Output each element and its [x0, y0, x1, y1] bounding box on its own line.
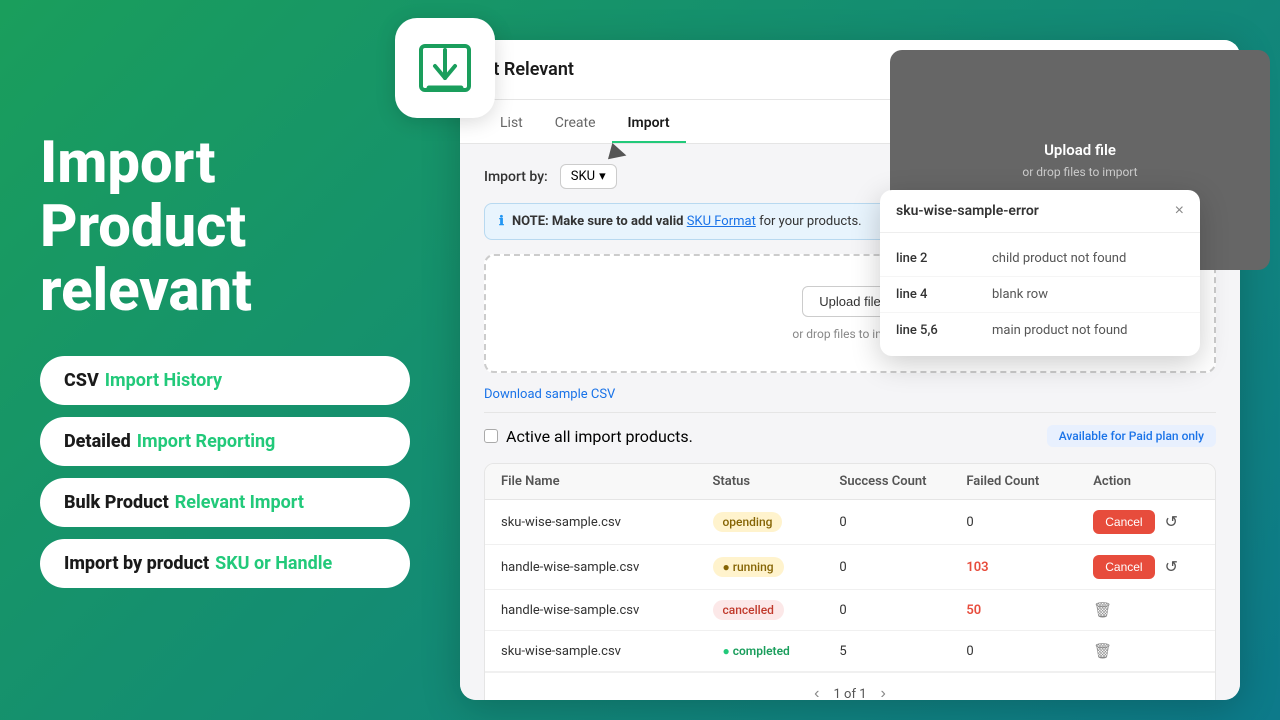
- error-modal-body: line 2 child product not found line 4 bl…: [880, 233, 1200, 356]
- cancel-button-2[interactable]: Cancel: [1093, 555, 1154, 579]
- row4-actions: 🗑: [1093, 642, 1199, 660]
- row3-status: cancelled: [713, 600, 840, 620]
- page-info: 1 of 1: [834, 687, 867, 701]
- active-label: Active all import products.: [506, 427, 693, 446]
- info-icon: ℹ: [499, 214, 504, 229]
- row1-success: 0: [839, 515, 966, 530]
- col-failed: Failed Count: [966, 474, 1093, 489]
- feature-bulk: Bulk Product Relevant Import: [40, 478, 410, 527]
- feature-importby: Import by product SKU or Handle: [40, 539, 410, 588]
- row3-actions: 🗑: [1093, 601, 1199, 619]
- import-table: File Name Status Success Count Failed Co…: [484, 463, 1216, 700]
- sku-format-link[interactable]: SKU Format: [687, 214, 756, 229]
- paid-badge: Available for Paid plan only: [1047, 425, 1216, 447]
- feature-bulk-suffix: Relevant Import: [175, 492, 304, 513]
- row3-file: handle-wise-sample.csv: [501, 603, 713, 618]
- col-status: Status: [713, 474, 840, 489]
- col-action: Action: [1093, 474, 1199, 489]
- row2-success: 0: [839, 560, 966, 575]
- row1-file: sku-wise-sample.csv: [501, 515, 713, 530]
- pagination: ‹ 1 of 1 ›: [485, 672, 1215, 700]
- active-row: Active all import products. Available fo…: [484, 412, 1216, 459]
- error-row-2: line 4 blank row: [880, 277, 1200, 313]
- row4-status: completed: [713, 641, 840, 661]
- feature-detailed-prefix: Detailed: [64, 431, 131, 452]
- table-section: File Name Status Success Count Failed Co…: [484, 463, 1216, 700]
- delete-button-4[interactable]: 🗑: [1093, 642, 1112, 660]
- feature-importby-suffix: SKU or Handle: [215, 553, 332, 574]
- tab-import[interactable]: Import: [612, 105, 686, 143]
- download-icon: [415, 38, 475, 98]
- delete-button-3[interactable]: 🗑: [1093, 601, 1112, 619]
- feature-detailed-suffix: Import Reporting: [137, 431, 276, 452]
- active-row-left: Active all import products.: [484, 427, 693, 446]
- error-modal-close-button[interactable]: ×: [1175, 202, 1184, 220]
- error-msg-3: main product not found: [992, 323, 1184, 338]
- row1-actions: Cancel ↺: [1093, 510, 1199, 534]
- row4-file: sku-wise-sample.csv: [501, 644, 713, 659]
- cancel-button-1[interactable]: Cancel: [1093, 510, 1154, 534]
- tab-list[interactable]: List: [484, 105, 539, 143]
- error-modal: sku-wise-sample-error × line 2 child pro…: [880, 190, 1200, 356]
- status-badge-cancelled: cancelled: [713, 600, 784, 620]
- error-modal-header: sku-wise-sample-error ×: [880, 190, 1200, 233]
- table-header: File Name Status Success Count Failed Co…: [485, 464, 1215, 500]
- row1-status: opending: [713, 512, 840, 532]
- app-icon-container: [395, 18, 495, 118]
- next-page-button[interactable]: ›: [875, 683, 892, 700]
- row2-file: handle-wise-sample.csv: [501, 560, 713, 575]
- feature-csv-suffix: Import History: [105, 370, 222, 391]
- row4-failed: 0: [966, 644, 1093, 659]
- col-success: Success Count: [839, 474, 966, 489]
- row4-success: 5: [839, 644, 966, 659]
- feature-importby-prefix: Import by product: [64, 553, 209, 574]
- row3-success: 0: [839, 603, 966, 618]
- running-dot: ●: [723, 560, 733, 574]
- tab-create[interactable]: Create: [539, 105, 612, 143]
- feature-csv-prefix: CSV: [64, 370, 99, 391]
- hero-title: ImportProductrelevant: [40, 132, 410, 323]
- feature-detailed: Detailed Import Reporting: [40, 417, 410, 466]
- refresh-button-1[interactable]: ↺: [1165, 512, 1178, 532]
- feature-list: CSV Import History Detailed Import Repor…: [40, 356, 410, 588]
- error-line-1: line 2: [896, 251, 992, 266]
- table-row: handle-wise-sample.csv cancelled 0 50 🗑: [485, 590, 1215, 631]
- left-panel: ImportProductrelevant CSV Import History…: [0, 0, 450, 720]
- active-checkbox[interactable]: [484, 429, 498, 443]
- row2-actions: Cancel ↺: [1093, 555, 1199, 579]
- col-filename: File Name: [501, 474, 713, 489]
- error-msg-2: blank row: [992, 287, 1184, 302]
- row2-status: ● running: [713, 557, 840, 577]
- error-row-3: line 5,6 main product not found: [880, 313, 1200, 348]
- table-row: handle-wise-sample.csv ● running 0 103 C…: [485, 545, 1215, 590]
- error-msg-1: child product not found: [992, 251, 1184, 266]
- upload-modal-subtitle: or drop files to import: [1022, 165, 1137, 179]
- table-row: sku-wise-sample.csv completed 5 0 🗑: [485, 631, 1215, 672]
- row2-failed: 103: [966, 560, 1093, 575]
- feature-bulk-prefix: Bulk Product: [64, 492, 169, 513]
- error-line-2: line 4: [896, 287, 992, 302]
- chevron-icon: ▾: [599, 169, 606, 184]
- status-badge-completed: completed: [713, 641, 800, 661]
- error-modal-title: sku-wise-sample-error: [896, 203, 1039, 219]
- error-row-1: line 2 child product not found: [880, 241, 1200, 277]
- upload-modal-title: Upload file: [1044, 141, 1116, 159]
- row1-failed: 0: [966, 515, 1093, 530]
- row3-failed: 50: [966, 603, 1093, 618]
- status-badge-pending: opending: [713, 512, 783, 532]
- sku-select[interactable]: SKU ▾: [560, 164, 617, 189]
- error-line-3: line 5,6: [896, 323, 992, 338]
- refresh-button-2[interactable]: ↺: [1165, 557, 1178, 577]
- window-title: ct Relevant: [484, 59, 574, 80]
- prev-page-button[interactable]: ‹: [808, 683, 825, 700]
- import-by-label: Import by:: [484, 169, 548, 185]
- status-badge-running: ● running: [713, 557, 784, 577]
- table-row: sku-wise-sample.csv opending 0 0 Cancel …: [485, 500, 1215, 545]
- download-sample-link[interactable]: Download sample CSV: [484, 387, 615, 402]
- feature-csv: CSV Import History: [40, 356, 410, 405]
